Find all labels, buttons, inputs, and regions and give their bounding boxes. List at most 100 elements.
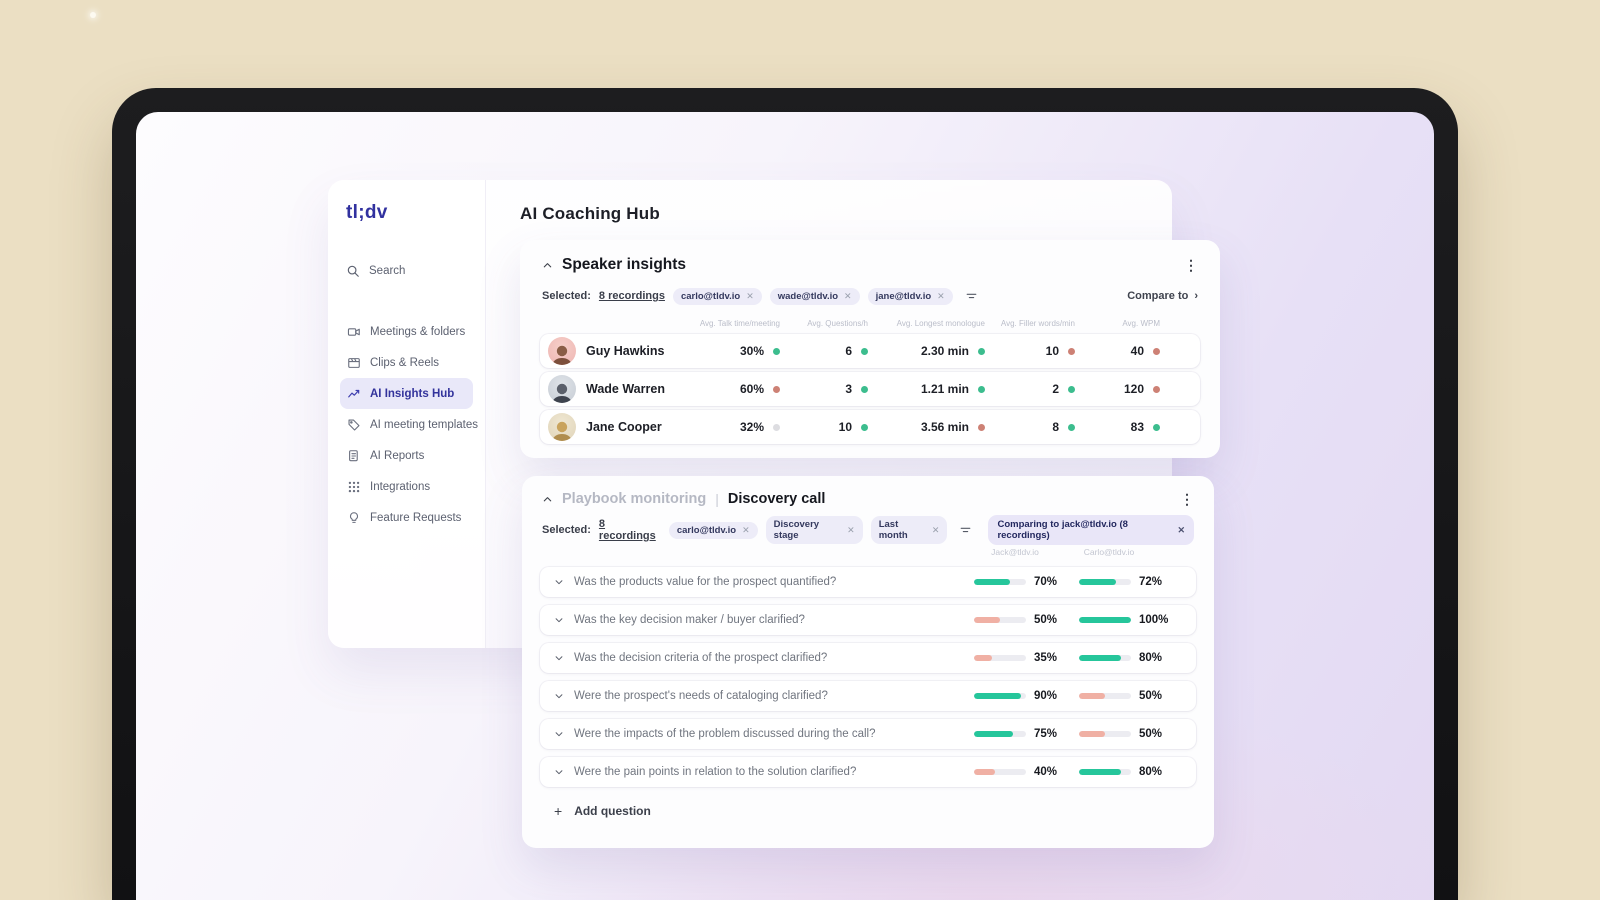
add-question-button[interactable]: + Add question [540,797,1196,825]
card-title-muted: Playbook monitoring [562,491,707,507]
status-dot [1068,347,1075,355]
question-row[interactable]: Were the pain points in relation to the … [540,757,1196,787]
tldv-logo: tl;dv [346,202,388,223]
selected-recordings-link[interactable]: 8 recordings [599,290,665,302]
filter-icon[interactable] [959,524,972,537]
progress-bar-a [974,579,1026,585]
chevron-down-icon[interactable] [554,729,564,739]
percent-a: 90% [1034,690,1058,702]
filter-chip[interactable]: Last month ✕ [870,516,948,544]
question-row[interactable]: Was the decision criteria of the prospec… [540,643,1196,673]
sidebar-item-ai-insights-hub[interactable]: AI Insights Hub [340,378,473,409]
question-row[interactable]: Was the key decision maker / buyer clari… [540,605,1196,635]
progress-bar-b [1079,769,1131,775]
status-dot [1153,423,1160,431]
comparison-column-b: Carlo@tldv.io [1083,547,1135,557]
speaker-insights-card: Speaker insights ⋮ Selected: 8 recording… [520,240,1220,458]
percent-b: 80% [1139,652,1163,664]
question-text: Were the prospect's needs of cataloging … [574,690,828,702]
comparing-to-chip[interactable]: Comparing to jack@tldv.io (8 recordings)… [988,515,1194,545]
speaker-row[interactable]: Jane Cooper 32% 10 3.56 min 8 83 [540,410,1200,444]
sidebar-item-feature-requests[interactable]: Feature Requests [340,502,473,533]
plus-icon: + [554,803,563,819]
chevron-down-icon[interactable] [554,653,564,663]
filter-chip[interactable]: jane@tldv.io ✕ [867,287,953,305]
question-row[interactable]: Was the products value for the prospect … [540,567,1196,597]
chevron-down-icon[interactable] [554,691,564,701]
status-dot [978,423,985,431]
video-camera-icon [347,325,361,339]
chevron-down-icon[interactable] [554,615,564,625]
progress-bar-b [1079,693,1131,699]
progress-bar-b [1079,617,1131,623]
speaker-row[interactable]: Guy Hawkins 30% 6 2.30 min 10 40 [540,334,1200,368]
sidebar-item-label: AI Insights Hub [370,387,455,400]
chevron-down-icon[interactable] [554,577,564,587]
grid-dots-icon [347,480,361,494]
chevron-down-icon[interactable] [554,767,564,777]
percent-b: 50% [1139,728,1163,740]
sidebar-item-meetings-folders[interactable]: Meetings & folders [340,316,473,347]
question-row[interactable]: Were the impacts of the problem discusse… [540,719,1196,749]
filter-icon[interactable] [965,290,978,303]
search-button[interactable]: Search [346,264,473,278]
filter-chip[interactable]: Discovery stage ✕ [765,516,863,544]
status-dot [978,385,985,393]
progress-bar-b [1079,579,1131,585]
status-dot [773,423,780,431]
progress-bar-a [974,617,1026,623]
template-tag-icon [347,418,361,432]
playbook-monitoring-card: Playbook monitoring | Discovery call ⋮ S… [522,476,1214,848]
filter-chip[interactable]: carlo@tldv.io ✕ [668,521,758,539]
sidebar-item-ai-meeting-templates[interactable]: AI meeting templates [340,409,478,440]
progress-bar-b [1079,655,1131,661]
percent-a: 35% [1034,652,1058,664]
speaker-row[interactable]: Wade Warren 60% 3 1.21 min 2 120 [540,372,1200,406]
chip-close-icon[interactable]: ✕ [746,291,754,302]
sidebar-nav: Meetings & folders Clips & Reels AI Insi… [340,316,478,533]
sidebar-item-label: AI meeting templates [370,418,479,431]
sidebar-item-label: Clips & Reels [370,356,440,369]
insights-chart-icon [347,387,361,401]
chip-close-icon[interactable]: ✕ [844,291,852,302]
title-separator: | [715,491,719,507]
question-text: Were the pain points in relation to the … [574,766,857,778]
avatar [548,413,576,441]
clapperboard-icon [347,356,361,370]
chip-close-icon[interactable]: ✕ [937,291,945,302]
lightbulb-icon [347,511,361,525]
chip-close-icon[interactable]: ✕ [847,525,855,536]
sidebar-item-clips-reels[interactable]: Clips & Reels [340,347,473,378]
chip-close-icon[interactable]: ✕ [742,525,750,536]
percent-a: 50% [1034,614,1058,626]
kebab-menu-icon[interactable]: ⋮ [1180,492,1194,506]
chip-close-icon[interactable]: ✕ [932,525,940,536]
collapse-chevron-up-icon[interactable] [542,494,553,505]
percent-b: 100% [1139,614,1169,626]
card-title: Speaker insights [562,256,687,273]
question-row[interactable]: Were the prospect's needs of cataloging … [540,681,1196,711]
selected-recordings-link[interactable]: 8 recordings [599,518,661,542]
status-dot [773,385,780,393]
sidebar-item-ai-reports[interactable]: AI Reports [340,440,473,471]
compare-to-button[interactable]: Compare to › [1127,290,1198,302]
collapse-chevron-up-icon[interactable] [542,260,553,271]
percent-b: 72% [1139,576,1163,588]
percent-a: 75% [1034,728,1058,740]
status-dot [1068,423,1075,431]
page-title: AI Coaching Hub [520,204,660,223]
search-icon [346,264,360,278]
selected-label: Selected: [542,524,591,536]
filter-chip[interactable]: wade@tldv.io ✕ [769,287,860,305]
report-doc-icon [347,449,361,463]
sidebar-item-integrations[interactable]: Integrations [340,471,473,502]
progress-bar-a [974,693,1026,699]
filter-chip[interactable]: carlo@tldv.io ✕ [672,287,762,305]
laptop-frame: tl;dv Search Meetings & folders Clips & … [112,88,1458,900]
kebab-menu-icon[interactable]: ⋮ [1184,258,1198,272]
selected-label: Selected: [542,290,591,302]
speaker-table-header: Avg. Talk time/meeting Avg. Questions/h … [699,319,1160,328]
sidebar: tl;dv Search Meetings & folders Clips & … [328,180,486,648]
status-dot [861,347,868,355]
chip-close-icon[interactable]: ✕ [1177,525,1185,536]
